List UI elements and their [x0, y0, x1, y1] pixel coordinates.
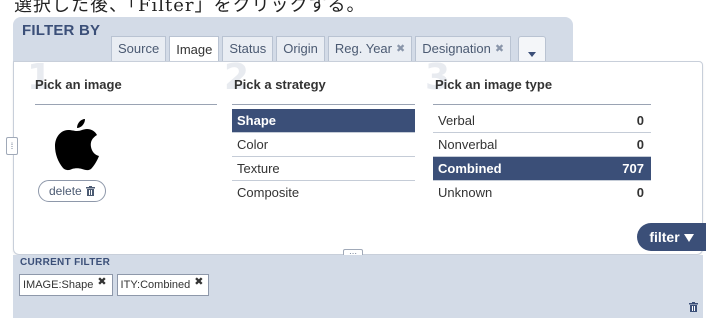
more-tabs-button[interactable]: [518, 36, 547, 64]
chevron-down-icon: [528, 52, 537, 57]
chip-label: IMAGE:Shape: [23, 279, 94, 291]
image-type-combined[interactable]: Combined 707: [433, 157, 651, 181]
tab-label: Origin: [283, 41, 318, 56]
divider: [232, 104, 415, 105]
tab-close-icon[interactable]: ✖: [396, 37, 405, 61]
filter-button[interactable]: filter: [637, 223, 706, 251]
divider: [433, 104, 651, 105]
delete-image-button[interactable]: delete: [38, 180, 106, 202]
step-pick-strategy: 2 Pick a strategy Shape Color Texture Co…: [224, 60, 432, 242]
divider: [35, 104, 217, 105]
strategy-option-color[interactable]: Color: [232, 133, 415, 157]
page-caption: 選択した後、「Filter」をクリックする。: [14, 0, 366, 16]
clear-filter-trash-icon[interactable]: [689, 302, 698, 312]
funnel-icon: [683, 234, 694, 242]
side-resize-handle[interactable]: ⁞: [6, 137, 18, 155]
tab-source[interactable]: Source: [111, 36, 167, 61]
filter-panel-body: 1 Pick an image delete 2 Pick a strategy…: [13, 60, 703, 255]
strategy-option-composite[interactable]: Composite: [232, 181, 415, 205]
current-filter-chips: IMAGE:Shape ✖ ITY:Combined ✖: [19, 272, 210, 296]
remove-chip-icon[interactable]: ✖: [97, 272, 106, 292]
trash-icon: [85, 186, 95, 196]
strategy-option-texture[interactable]: Texture: [232, 157, 415, 181]
step-pick-image: 1 Pick an image delete: [27, 60, 230, 242]
tab-reg-year[interactable]: Reg. Year ✖: [327, 36, 413, 61]
image-type-verbal[interactable]: Verbal 0: [433, 109, 651, 133]
tab-origin[interactable]: Origin: [276, 36, 325, 61]
type-label: Verbal: [438, 113, 475, 128]
type-label: Unknown: [438, 185, 493, 200]
remove-chip-icon[interactable]: ✖: [194, 272, 203, 292]
filter-chip-image-shape: IMAGE:Shape ✖: [19, 274, 113, 296]
tab-close-icon[interactable]: ✖: [495, 37, 504, 61]
type-count: 0: [636, 185, 644, 200]
tab-label: Image: [176, 41, 213, 57]
image-type-unknown[interactable]: Unknown 0: [433, 181, 651, 205]
step-title: Pick a strategy: [234, 77, 326, 92]
image-type-list: Verbal 0 Nonverbal 0 Combined 707 Unknow…: [433, 109, 651, 205]
filter-tabs: Source Image Status Origin Reg. Year ✖ D…: [111, 36, 547, 64]
strategy-option-shape[interactable]: Shape: [232, 109, 415, 133]
filter-label: filter: [649, 229, 680, 245]
chip-label: ITY:Combined: [120, 279, 191, 291]
step-title: Pick an image type: [435, 77, 553, 92]
filter-chip-ity-combined: ITY:Combined ✖: [116, 272, 210, 296]
type-count: 0: [636, 113, 644, 128]
delete-label: delete: [49, 184, 82, 198]
image-type-nonverbal[interactable]: Nonverbal 0: [433, 133, 651, 157]
type-count: 0: [636, 137, 644, 152]
tab-label: Reg. Year: [334, 41, 392, 56]
apple-logo-icon[interactable]: [54, 117, 100, 171]
step-title: Pick an image: [35, 77, 122, 92]
step-pick-image-type: 3 Pick an image type Verbal 0 Nonverbal …: [425, 60, 653, 242]
tab-label: Source: [118, 41, 160, 56]
type-label: Nonverbal: [438, 137, 498, 152]
current-filter-label: CURRENT FILTER: [20, 257, 111, 268]
tab-image[interactable]: Image: [169, 36, 220, 62]
type-label: Combined: [438, 161, 502, 176]
strategy-list: Shape Color Texture Composite: [232, 109, 415, 205]
type-count: 707: [622, 161, 644, 176]
filter-by-title: FILTER BY: [22, 22, 101, 39]
